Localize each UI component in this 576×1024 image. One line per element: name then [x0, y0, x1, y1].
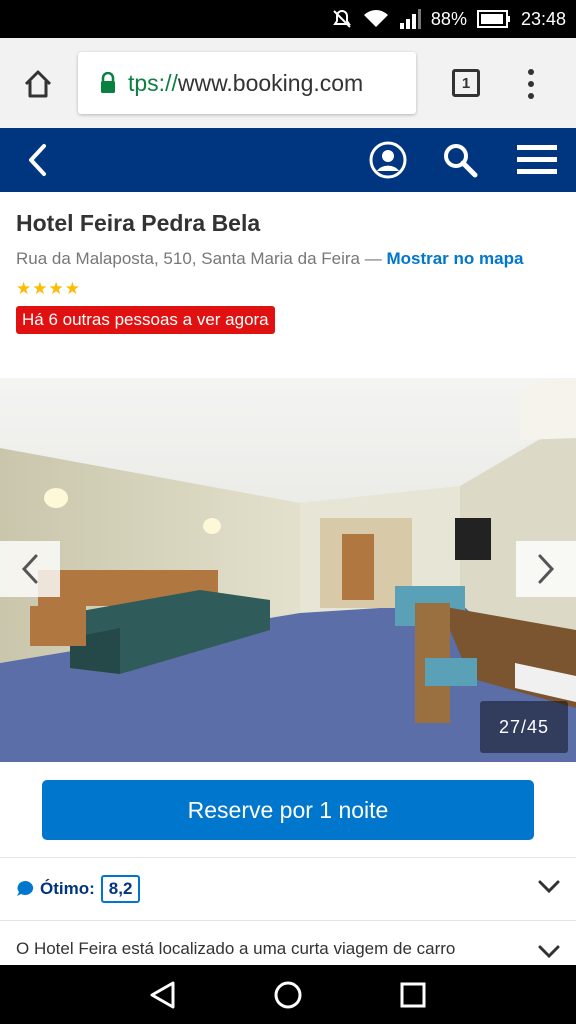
url-bar[interactable]: tps://www.booking.com [78, 52, 416, 114]
viewers-badge: Há 6 outras pessoas a ver agora [16, 306, 275, 334]
search-icon[interactable] [440, 140, 480, 180]
lock-icon [100, 72, 116, 94]
tab-count: 1 [461, 74, 471, 92]
star-icon: ★ [48, 279, 64, 298]
wifi-icon [363, 9, 389, 29]
account-icon[interactable] [368, 140, 408, 180]
rating-row[interactable]: Ótimo: 8,2 [0, 858, 576, 920]
star-icon: ★ [64, 279, 80, 298]
review-bubble-icon [16, 880, 34, 898]
description-text: O Hotel Feira está localizado a uma curt… [16, 939, 456, 958]
star-icon: ★ [32, 279, 48, 298]
hotel-info: Hotel Feira Pedra Bela Rua da Malaposta,… [16, 192, 560, 334]
hotel-address: Rua da Malaposta, 510, Santa Maria da Fe… [16, 247, 560, 270]
nav-back-icon[interactable] [133, 970, 193, 1020]
hotel-name: Hotel Feira Pedra Bela [16, 210, 261, 236]
star-icon: ★ [16, 279, 32, 298]
photo-counter: 27/45 [480, 701, 568, 753]
rating-label: Ótimo: [40, 879, 95, 898]
mute-icon [331, 8, 353, 30]
tabs-icon[interactable]: 1 [452, 69, 480, 97]
star-rating: ★ ★ ★ ★ [16, 280, 560, 298]
chevron-down-icon[interactable] [538, 945, 560, 959]
address-text: Rua da Malaposta, 510, Santa Maria da Fe… [16, 249, 387, 268]
browser-toolbar: tps://www.booking.com 1 [0, 38, 576, 128]
description-row[interactable]: O Hotel Feira está localizado a uma curt… [0, 921, 576, 965]
chevron-down-icon[interactable] [538, 880, 560, 894]
overflow-menu-icon[interactable] [518, 66, 544, 102]
battery-icon [476, 10, 511, 28]
nav-home-icon[interactable] [258, 970, 318, 1020]
hotel-photo[interactable]: 27/45 [0, 378, 576, 762]
signal-icon [399, 9, 421, 29]
status-bar: 88% 23:48 [0, 0, 576, 38]
android-nav-bar [0, 965, 576, 1024]
review-score: 8,2 [100, 875, 141, 903]
hamburger-menu-icon[interactable] [514, 140, 560, 180]
home-icon[interactable] [18, 64, 58, 104]
back-icon[interactable] [22, 140, 52, 180]
site-header [0, 128, 576, 192]
nav-recents-icon[interactable] [383, 970, 443, 1020]
url-host: www.booking.com [177, 69, 364, 96]
reserve-button[interactable]: Reserve por 1 noite [42, 780, 534, 840]
clock: 23:48 [520, 8, 566, 29]
url-scheme: tps:// [128, 69, 178, 96]
chevron-left-icon[interactable] [0, 541, 60, 597]
show-map-link[interactable]: Mostrar no mapa [386, 249, 523, 268]
chevron-right-icon[interactable] [516, 541, 576, 597]
battery-percent: 88% [430, 8, 467, 29]
